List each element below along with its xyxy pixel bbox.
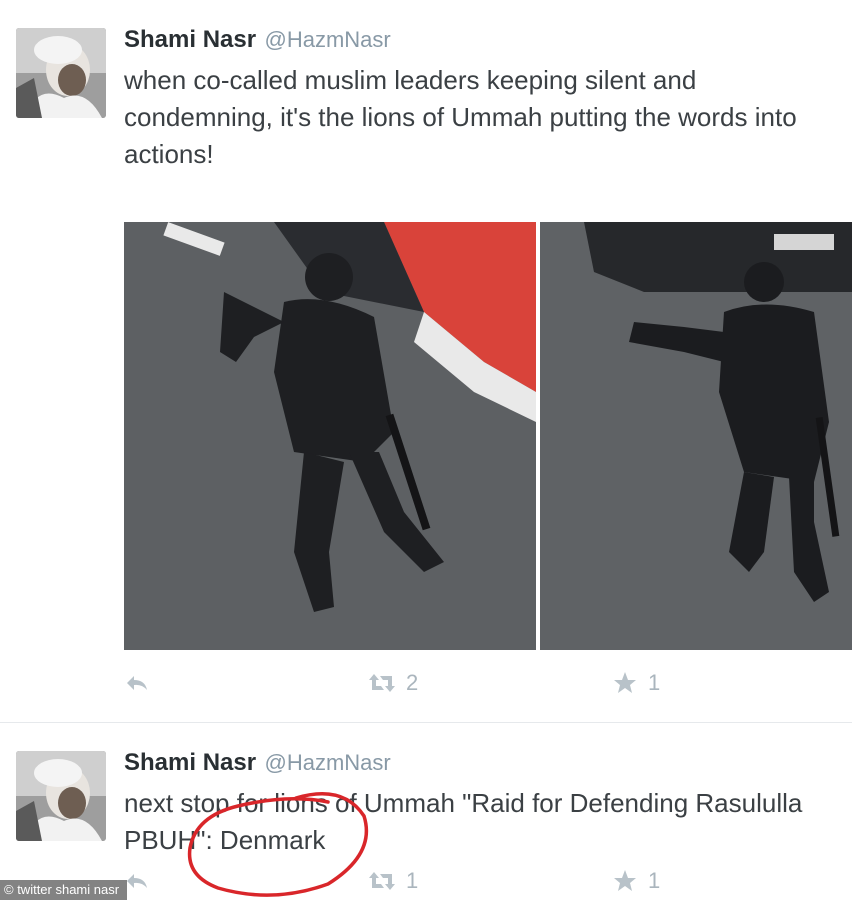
favorite-button[interactable]: 1 — [612, 670, 660, 696]
star-icon — [612, 670, 638, 696]
reply-icon — [124, 868, 150, 894]
photo-credit: © twitter shami nasr — [0, 880, 128, 900]
tweet-actions: 2 1 — [124, 670, 724, 700]
retweet-button[interactable]: 1 — [368, 868, 418, 894]
reply-button[interactable] — [124, 868, 150, 894]
star-icon — [612, 868, 638, 894]
favorite-button[interactable]: 1 — [612, 868, 660, 894]
retweet-count: 1 — [406, 868, 419, 893]
retweet-icon — [368, 868, 396, 894]
tweet-media[interactable] — [124, 222, 852, 650]
favorite-count: 1 — [648, 868, 661, 893]
reply-button[interactable] — [124, 670, 150, 696]
retweet-button[interactable]: 2 — [368, 670, 418, 696]
tweet-actions: 1 1 — [124, 868, 724, 898]
retweet-count: 2 — [406, 670, 419, 695]
retweet-icon — [368, 670, 396, 696]
tweet: Shami Nasr @HazmNasr next stop for lions… — [0, 722, 852, 901]
favorite-count: 1 — [648, 670, 661, 695]
tweet-header: Shami Nasr @HazmNasr — [124, 26, 391, 54]
display-name[interactable]: Shami Nasr — [124, 749, 256, 776]
reply-icon — [124, 670, 150, 696]
avatar[interactable] — [16, 28, 106, 118]
tweet-header: Shami Nasr @HazmNasr — [124, 749, 391, 777]
user-handle[interactable]: @HazmNasr — [265, 750, 391, 775]
tweet-text: next stop for lions of Ummah "Raid for D… — [124, 788, 803, 855]
user-handle[interactable]: @HazmNasr — [265, 27, 391, 52]
tweet: Shami Nasr @HazmNasr when co-called musl… — [0, 0, 852, 722]
avatar[interactable] — [16, 751, 106, 841]
tweet-text: when co-called muslim leaders keeping si… — [124, 65, 797, 169]
display-name[interactable]: Shami Nasr — [124, 26, 256, 53]
